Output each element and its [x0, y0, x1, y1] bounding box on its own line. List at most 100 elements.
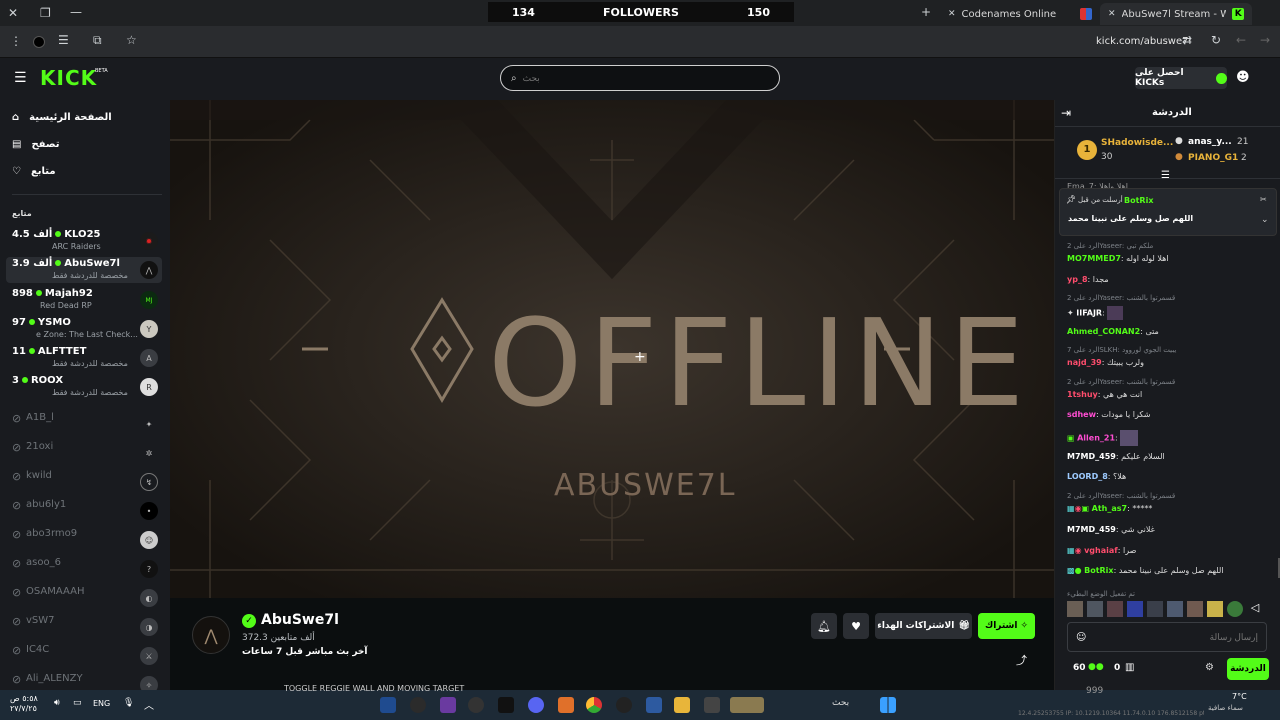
tab-search-icon[interactable]: ☰ — [58, 33, 69, 47]
sidebar-channel-offline[interactable]: IC4C ⊘ ⚔ — [12, 643, 162, 669]
network-icon[interactable]: ▭ — [73, 698, 82, 708]
hamburger-menu-icon[interactable]: ☰ — [14, 70, 27, 86]
site-settings-icon[interactable]: ⇄ — [1182, 33, 1192, 47]
leaderboard-name[interactable]: PIANO_G1 — [1188, 153, 1238, 163]
tab-abuswe7l[interactable]: ✕ AbuSwe7l Stream - Watch Live K — [1100, 3, 1252, 25]
chat-message[interactable]: M7MD_459: غلاني شي — [1067, 525, 1273, 534]
sidebar-channel-offline[interactable]: OSAMAAAH ⊘ ◐ — [12, 585, 162, 611]
profile-icon[interactable] — [33, 36, 45, 48]
tab-codenames[interactable]: ✕ Codenames Online — [940, 3, 1100, 25]
emote-icon[interactable] — [1207, 601, 1223, 617]
follow-button[interactable]: ♥ — [843, 613, 869, 639]
unpin-icon[interactable]: ✂ — [1260, 195, 1267, 204]
new-tab-icon[interactable]: + — [921, 5, 931, 19]
chat-message[interactable]: M7MD_459: السلام عليكم — [1067, 452, 1273, 461]
settings-icon[interactable] — [616, 697, 632, 713]
chat-username[interactable]: vghaiaf — [1084, 546, 1118, 555]
back-icon[interactable]: ← — [1236, 33, 1246, 47]
chat-username[interactable]: MO7MMED7 — [1067, 254, 1121, 263]
get-kicks-button[interactable]: احصل على KICKs — [1135, 67, 1227, 89]
share-icon[interactable]: ⤴ — [1016, 652, 1027, 668]
chat-message[interactable]: sdhew: شكرا يا مودات — [1067, 410, 1273, 419]
sidebar-channel-offline[interactable]: kwild ⊘ ↯ — [12, 469, 162, 495]
search-box[interactable]: ⌕ — [500, 65, 780, 91]
extensions-icon[interactable]: ⧉ — [93, 33, 102, 48]
chat-username[interactable]: Ath_as7 — [1092, 504, 1127, 513]
leaderboard-name[interactable]: SHadowisde... — [1101, 138, 1173, 148]
app-icon[interactable] — [704, 697, 720, 713]
url-bar[interactable]: kick.com/abuswe7l — [1096, 36, 1191, 47]
emote-icon[interactable] — [1147, 601, 1163, 617]
chat-username[interactable]: IIFAJR — [1076, 309, 1102, 318]
language-indicator[interactable]: ENG — [93, 699, 110, 708]
chat-message[interactable]: ▣ Allen_21: — [1067, 430, 1273, 446]
sidebar-channel-klo25[interactable]: 4.5 ألف KLO25 ARC Raiders ✹ — [12, 228, 162, 254]
sidebar-channel-roox[interactable]: 3 ROOX مخصصة للدردشة فقط R — [12, 374, 162, 400]
restore-window-icon[interactable]: ❐ — [40, 6, 51, 20]
chat-username[interactable]: 1tshuy — [1067, 390, 1098, 399]
chat-username[interactable]: sdhew — [1067, 410, 1096, 419]
sidebar-channel-offline[interactable]: abo3rmo9 ⊘ ☺ — [12, 527, 162, 553]
emote-icon[interactable] — [1187, 601, 1203, 617]
taskbar-search-label[interactable]: بحث — [832, 698, 849, 708]
close-tab-icon[interactable]: ✕ — [948, 9, 956, 19]
sidebar-channel-majah92[interactable]: 898 Majah92 Red Dead RP MJ — [12, 287, 162, 313]
filter-icon[interactable]: ☰ — [1161, 170, 1170, 181]
close-tab-icon[interactable]: ✕ — [1108, 9, 1116, 19]
close-window-icon[interactable]: ✕ — [8, 6, 18, 20]
streamlabs-icon[interactable] — [498, 697, 514, 713]
nav-home[interactable]: ⌂ الصفحة الرئيسية — [12, 112, 112, 123]
chat-username[interactable]: Allen_21 — [1077, 434, 1115, 443]
collapse-chat-icon[interactable]: ⇥ — [1061, 106, 1071, 120]
chat-username[interactable]: LOORD_8 — [1067, 472, 1108, 481]
kicks-count[interactable]: 0 — [1114, 663, 1120, 673]
chat-message[interactable]: ✦ IIFAJR: — [1067, 306, 1273, 320]
chat-username[interactable]: najd_39 — [1067, 358, 1102, 367]
kick-logo[interactable]: KICK — [40, 66, 97, 90]
chevron-down-icon[interactable]: ⌄ — [1261, 215, 1269, 225]
sidebar-channel-abuswe7l[interactable]: 3.9 ألف AbuSwe7l مخصصة للدردشة فقط ⋀ — [6, 257, 162, 283]
points-count[interactable]: 60 — [1073, 663, 1086, 673]
windows-start-icon[interactable] — [880, 697, 896, 713]
app-icon[interactable] — [558, 697, 574, 713]
emote-icon[interactable] — [1067, 601, 1083, 617]
chat-message[interactable]: MO7MMED7: اهلا لوله اوله — [1067, 254, 1273, 263]
emote-icon[interactable] — [1127, 601, 1143, 617]
channel-name[interactable]: AbuSwe7l — [261, 612, 339, 628]
chat-message[interactable]: Ahmed_CONAN2: متى — [1067, 327, 1273, 336]
chat-username[interactable]: BotRix — [1084, 566, 1113, 575]
clock[interactable]: ٥:٥٨ ص ٢٧/٧/٢٥ — [10, 694, 38, 714]
chat-message[interactable]: ▦◉ vghaiaf: صرا — [1067, 546, 1273, 555]
microphone-icon[interactable]: 🎙︎ — [123, 698, 134, 708]
pinned-message[interactable]: 📌︎ أرسلت من قبل BotRix اللهم صل وسلم على… — [1059, 188, 1277, 236]
emote-icon[interactable] — [1107, 601, 1123, 617]
leaderboard-name[interactable]: anas_y... — [1188, 137, 1232, 147]
nav-browse[interactable]: ▤ تصفح — [12, 139, 59, 150]
channel-avatar[interactable]: ⋀ — [192, 616, 230, 654]
discord-icon[interactable] — [528, 697, 544, 713]
pinned-user[interactable]: BotRix — [1124, 196, 1153, 205]
chat-input-box[interactable]: ☺ — [1067, 622, 1267, 652]
file-explorer-icon[interactable] — [674, 697, 690, 713]
chat-message[interactable]: LOORD_8: هلا؟ — [1067, 472, 1273, 481]
chat-username[interactable]: Ahmed_CONAN2 — [1067, 327, 1140, 336]
subscribe-button[interactable]: اشتراك ✧ — [978, 613, 1035, 639]
steam-icon[interactable] — [380, 697, 396, 713]
sidebar-channel-offline[interactable]: asoo_6 ⊘? — [12, 556, 162, 582]
chat-username[interactable]: yp_8 — [1067, 275, 1088, 284]
sidebar-channel-offline[interactable]: A1B_l ⊘ ✦ — [12, 411, 162, 437]
menu-dots-icon[interactable]: ⋮ — [10, 34, 22, 48]
chat-message[interactable]: yp_8: مجدا — [1067, 275, 1273, 284]
speaker-icon[interactable]: 🔊︎ — [54, 698, 60, 708]
notification-bell-button[interactable]: 🔔︎ — [811, 613, 837, 639]
sidebar-channel-ysmo[interactable]: 97 YSMO e Zone: The Last Check... Y — [12, 316, 162, 342]
app-icon[interactable] — [646, 697, 662, 713]
sidebar-channel-alfttet[interactable]: 11 ALFTTET مخصصة للدردشة فقط A — [12, 345, 162, 371]
chat-settings-icon[interactable]: ⚙ — [1205, 662, 1214, 673]
send-emote-icon[interactable]: ◁ — [1247, 601, 1263, 617]
gamepad-icon[interactable] — [440, 697, 456, 713]
reload-icon[interactable]: ↻ — [1211, 33, 1221, 47]
emoji-picker-icon[interactable]: ☺ — [1076, 632, 1086, 643]
emote-icon[interactable] — [1167, 601, 1183, 617]
emote-icon[interactable] — [1087, 601, 1103, 617]
